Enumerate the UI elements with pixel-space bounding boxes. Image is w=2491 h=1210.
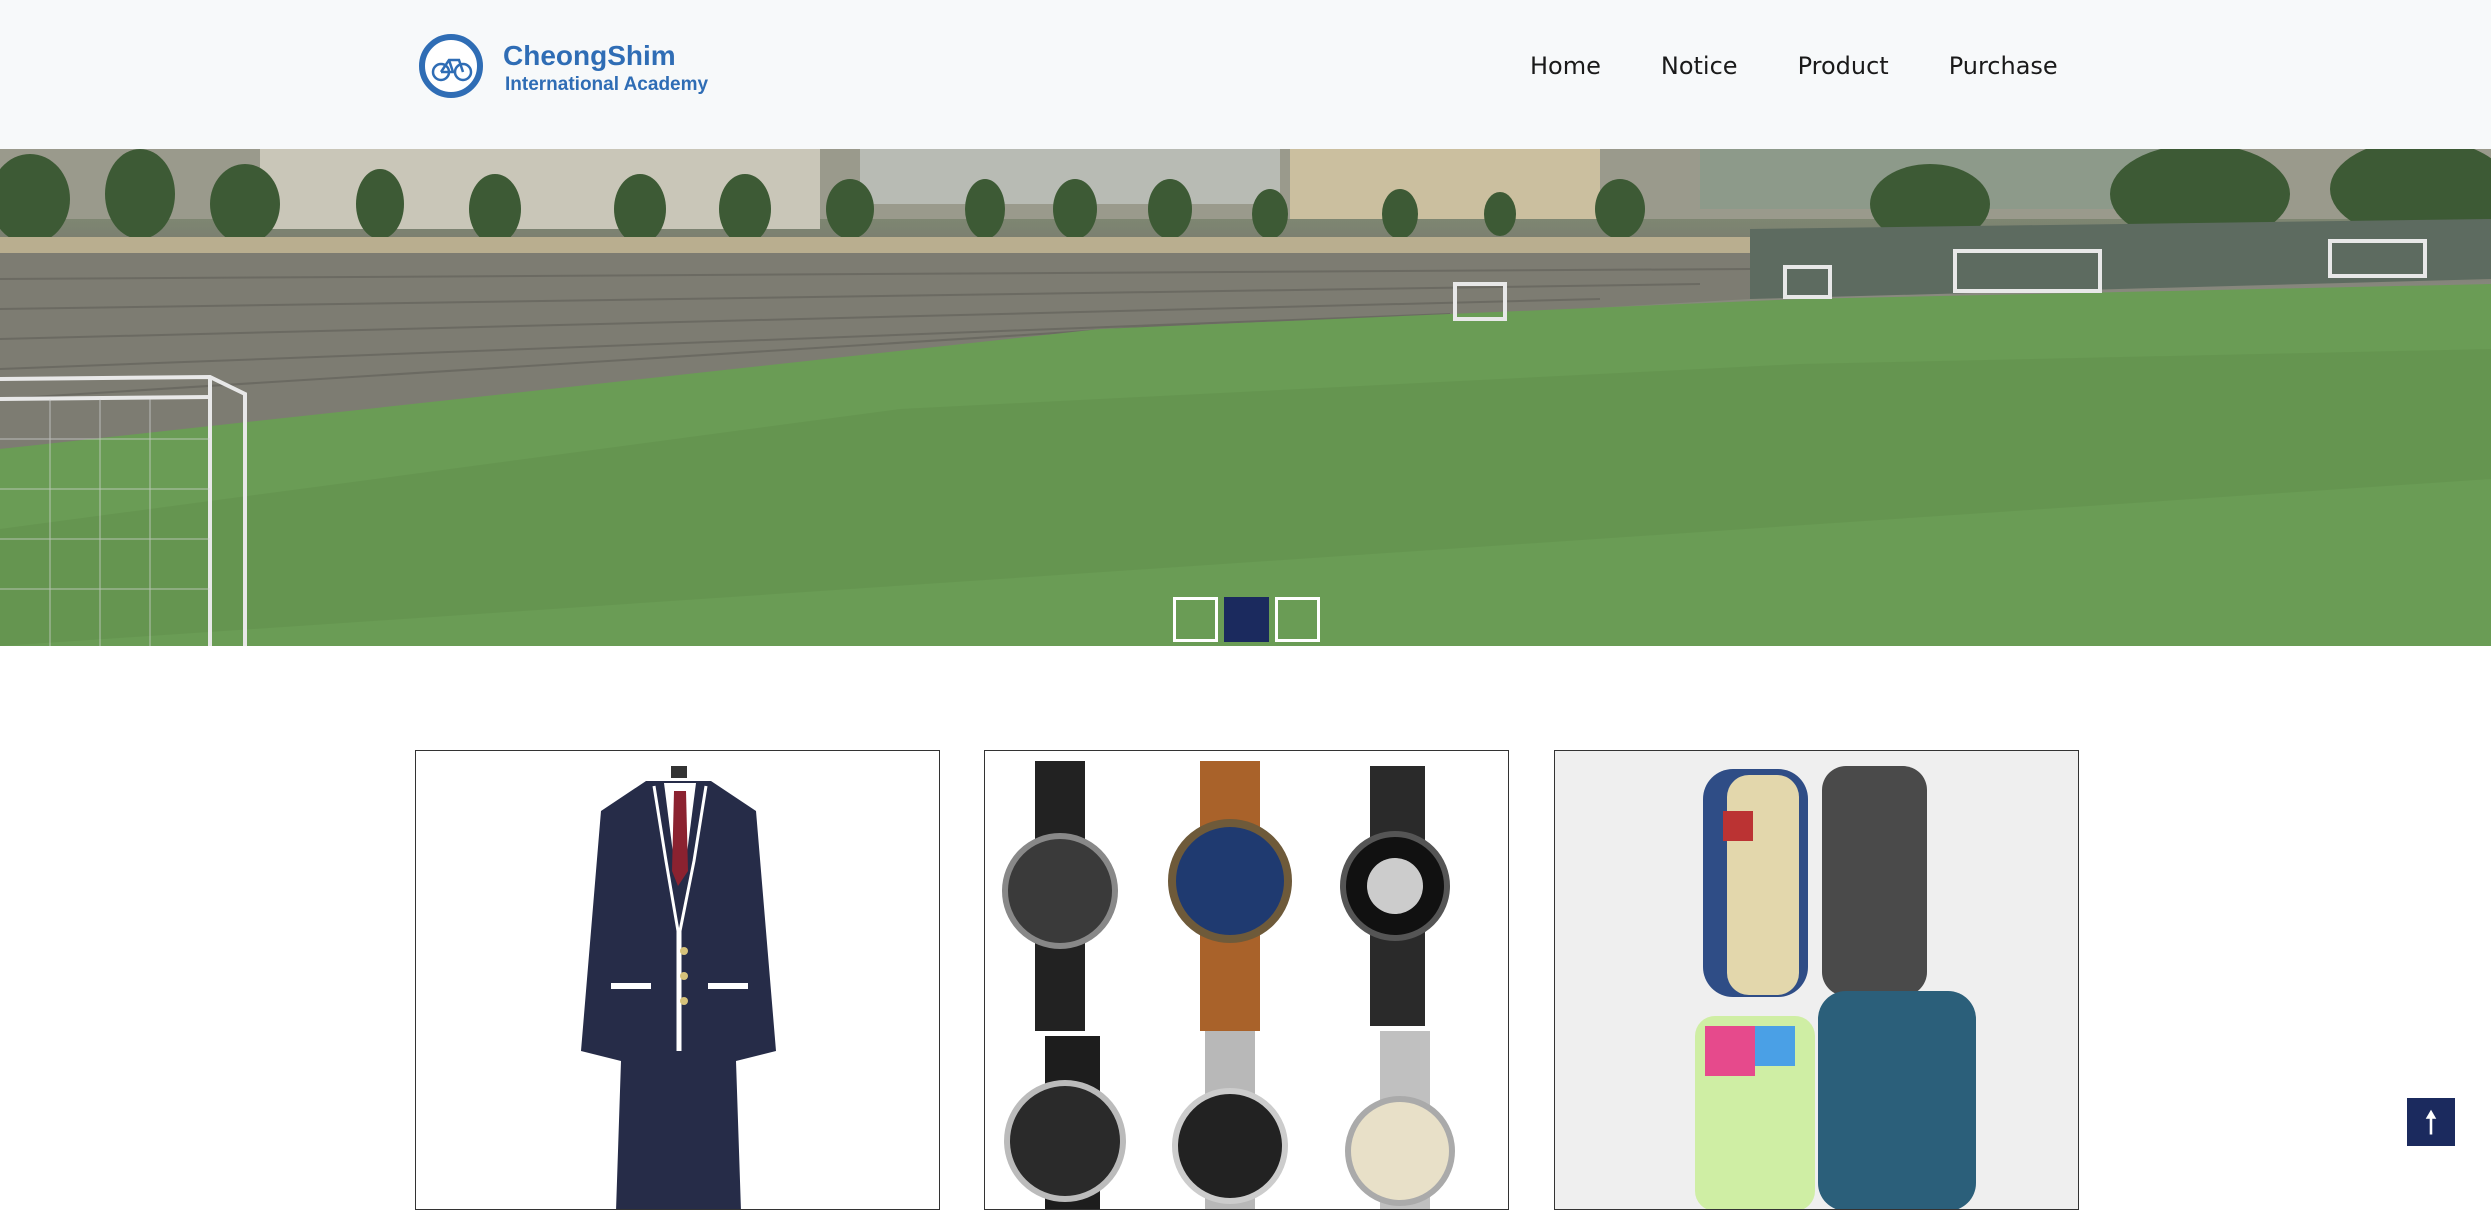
- main-nav: Home Notice Product Purchase: [1530, 52, 2118, 80]
- logo-emblem-icon: [419, 34, 483, 98]
- nav-product[interactable]: Product: [1798, 52, 1889, 80]
- scroll-to-top-button[interactable]: 🠕: [2407, 1098, 2455, 1146]
- hero-image: [0, 149, 2491, 646]
- logo[interactable]: CheongShim International Academy: [419, 34, 708, 106]
- product-card-watches[interactable]: [984, 750, 1509, 1210]
- carousel-dot-3[interactable]: [1275, 597, 1320, 642]
- uniform-image: [416, 751, 939, 1209]
- product-card-uniform[interactable]: [415, 750, 940, 1210]
- product-card-pencil-cases[interactable]: [1554, 750, 2079, 1210]
- carousel-dot-1[interactable]: [1173, 597, 1218, 642]
- brand-name: CheongShim: [503, 40, 676, 71]
- carousel-dot-2[interactable]: [1224, 597, 1269, 642]
- pencil-cases-image: [1555, 751, 2078, 1209]
- nav-purchase[interactable]: Purchase: [1949, 52, 2058, 80]
- carousel-indicators: [1173, 597, 1320, 642]
- hero-banner: [0, 149, 2491, 646]
- nav-home[interactable]: Home: [1530, 52, 1601, 80]
- arrow-up-icon: 🠕: [2424, 1104, 2438, 1140]
- watches-image: [985, 751, 1508, 1209]
- nav-notice[interactable]: Notice: [1661, 52, 1738, 80]
- site-header: CheongShim International Academy Home No…: [0, 0, 2491, 149]
- brand-subtitle: International Academy: [505, 74, 709, 95]
